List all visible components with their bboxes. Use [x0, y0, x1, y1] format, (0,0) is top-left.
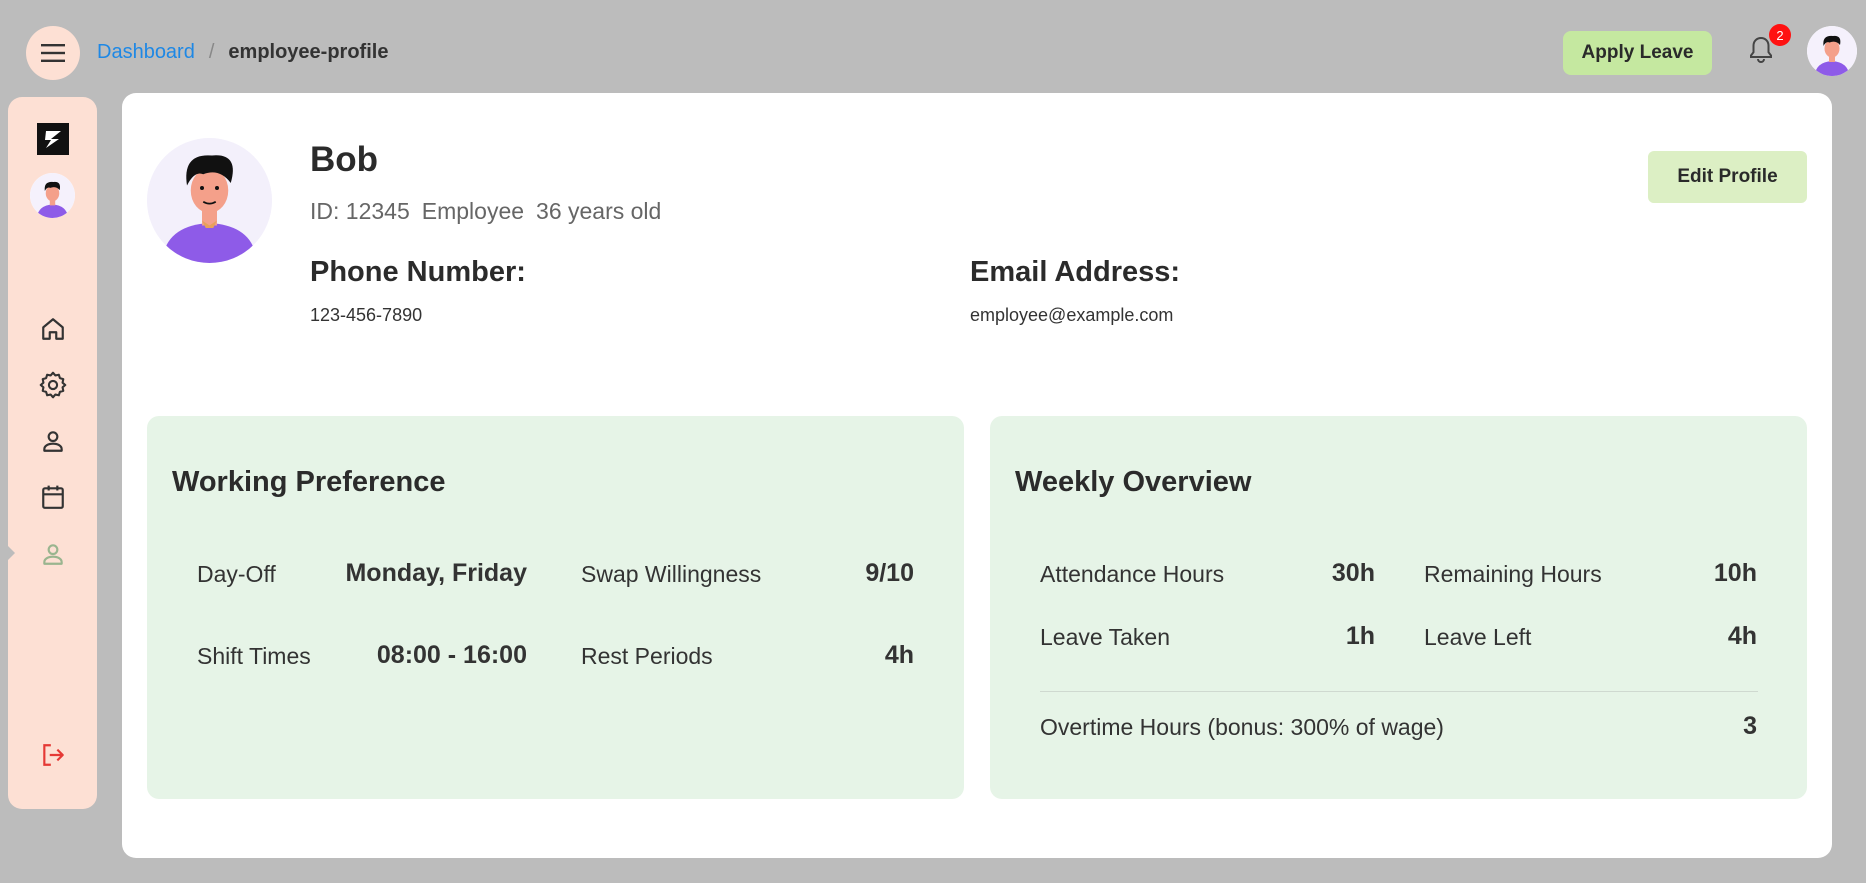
- phone-value: 123-456-7890: [310, 305, 423, 325]
- edit-profile-button[interactable]: Edit Profile: [1648, 151, 1807, 203]
- app-logo: [37, 123, 69, 155]
- employee-id: ID: 12345: [310, 198, 410, 224]
- profile-card: Bob ID: 12345 Employee 36 years old Phon…: [122, 93, 1832, 858]
- phone-label: Phone Number:: [310, 256, 526, 288]
- person-active-icon: [43, 544, 63, 565]
- apply-leave-button[interactable]: Apply Leave: [1563, 31, 1712, 75]
- email-label: Email Address:: [970, 256, 1181, 288]
- weekly-overview-panel: Weekly Overview Attendance Hours 30h Rem…: [990, 416, 1807, 799]
- breadcrumb-separator: /: [208, 41, 215, 63]
- breadcrumb: Dashboard / employee-profile: [97, 41, 388, 64]
- overview-divider: [1040, 691, 1758, 692]
- overview-label: Leave Taken: [1040, 624, 1171, 650]
- sidebar-item-employee-profile[interactable]: [35, 536, 71, 572]
- sidebar: [5, 97, 97, 809]
- breadcrumb-dashboard-link[interactable]: Dashboard: [97, 41, 195, 64]
- pref-label: Day-Off: [197, 561, 276, 587]
- sidebar-item-home[interactable]: [35, 311, 71, 347]
- pref-value: 4h: [884, 641, 914, 669]
- overview-value: 4h: [1727, 622, 1757, 650]
- home-icon: [42, 318, 64, 340]
- overtime-value: 3: [1743, 712, 1757, 740]
- pref-label: Swap Willingness: [581, 561, 762, 587]
- email-value: employee@example.com: [970, 305, 1174, 325]
- hamburger-icon: [41, 44, 65, 62]
- overview-label: Remaining Hours: [1424, 561, 1602, 587]
- pref-label: Shift Times: [197, 643, 311, 669]
- sidebar-item-calendar[interactable]: [35, 479, 71, 515]
- breadcrumb-current: employee-profile: [228, 41, 389, 63]
- employee-meta: ID: 12345 Employee 36 years old: [310, 198, 661, 225]
- active-indicator: [5, 543, 15, 563]
- user-avatar[interactable]: [1807, 26, 1857, 76]
- overview-value: 1h: [1345, 622, 1375, 650]
- pref-value: 9/10: [865, 559, 914, 587]
- menu-button[interactable]: [26, 26, 80, 80]
- overtime-label: Overtime Hours (bonus: 300% of wage): [1040, 714, 1444, 740]
- pref-value: 08:00 - 16:00: [376, 641, 527, 669]
- employee-name: Bob: [310, 140, 379, 179]
- avatar-icon: [147, 138, 272, 263]
- sidebar-item-profile[interactable]: [35, 423, 71, 459]
- avatar-icon: [30, 173, 75, 218]
- working-preference-panel: Working Preference Day-Off Monday, Frida…: [147, 416, 964, 799]
- employee-age: 36 years old: [536, 198, 662, 224]
- calendar-icon: [42, 485, 64, 509]
- notification-badge: 2: [1769, 24, 1791, 46]
- logout-icon: [43, 744, 64, 766]
- sidebar-avatar: [30, 173, 75, 218]
- overview-label: Leave Left: [1424, 624, 1532, 650]
- profile-avatar: [147, 138, 272, 263]
- sidebar-item-settings[interactable]: [35, 367, 71, 403]
- overview-value: 10h: [1713, 559, 1757, 587]
- gear-icon: [39, 371, 67, 399]
- overview-label: Attendance Hours: [1040, 561, 1225, 587]
- avatar-icon: [1807, 26, 1857, 76]
- employee-role: Employee: [421, 198, 525, 224]
- logo-icon: [45, 131, 61, 148]
- person-icon: [43, 431, 63, 452]
- pref-value: Monday, Friday: [345, 559, 527, 587]
- logout-button[interactable]: [35, 737, 71, 773]
- weekly-overview-title: Weekly Overview: [1015, 466, 1252, 498]
- overview-value: 30h: [1331, 559, 1375, 587]
- working-preference-title: Working Preference: [172, 466, 446, 498]
- pref-label: Rest Periods: [581, 643, 713, 669]
